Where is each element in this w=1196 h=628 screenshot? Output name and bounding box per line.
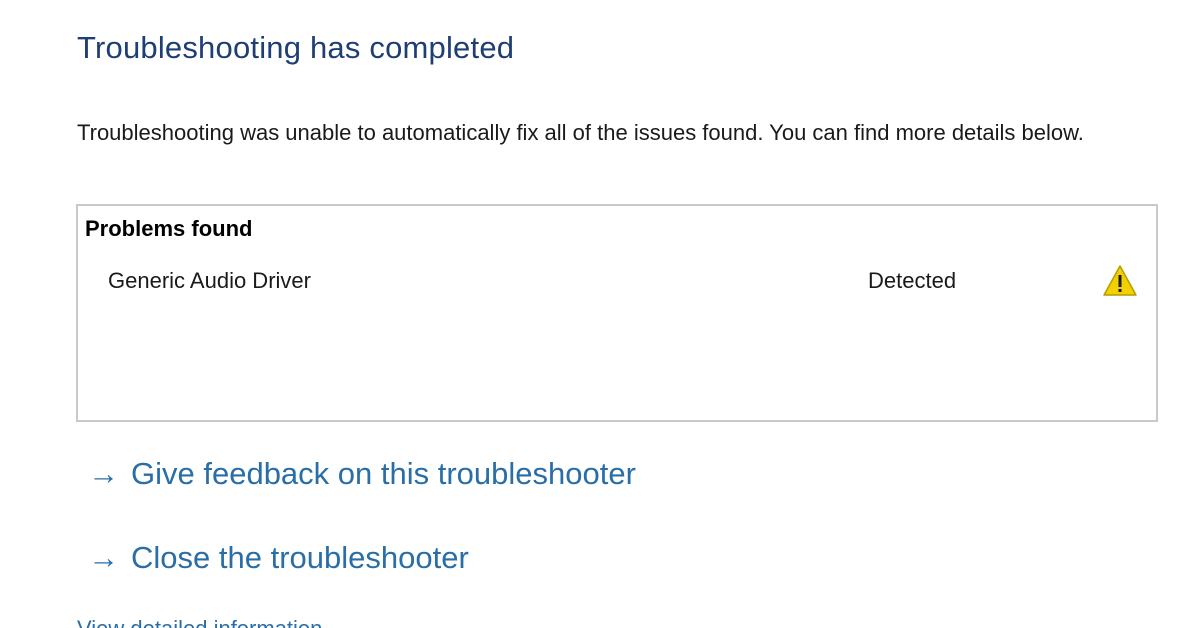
give-feedback-label: Give feedback on this troubleshooter bbox=[131, 456, 636, 491]
close-troubleshooter-link[interactable]: → Close the troubleshooter bbox=[88, 540, 469, 576]
arrow-right-icon: → bbox=[88, 540, 119, 575]
problem-name: Generic Audio Driver bbox=[108, 268, 311, 293]
problem-row[interactable]: Generic Audio Driver Detected bbox=[78, 262, 1156, 302]
close-troubleshooter-label: Close the troubleshooter bbox=[131, 540, 469, 575]
problem-status: Detected bbox=[868, 268, 957, 293]
result-description: Troubleshooting was unable to automatica… bbox=[77, 120, 1084, 145]
problems-found-panel: Problems found Generic Audio Driver Dete… bbox=[76, 204, 1158, 422]
troubleshooter-window: Troubleshooting has completed Troublesho… bbox=[0, 0, 1196, 628]
page-title: Troubleshooting has completed bbox=[77, 30, 515, 65]
give-feedback-link[interactable]: → Give feedback on this troubleshooter bbox=[88, 456, 636, 492]
problems-found-heading: Problems found bbox=[85, 216, 253, 241]
warning-icon bbox=[1102, 264, 1138, 298]
view-detailed-information-link[interactable]: View detailed information bbox=[77, 616, 322, 628]
arrow-right-icon: → bbox=[88, 456, 119, 491]
